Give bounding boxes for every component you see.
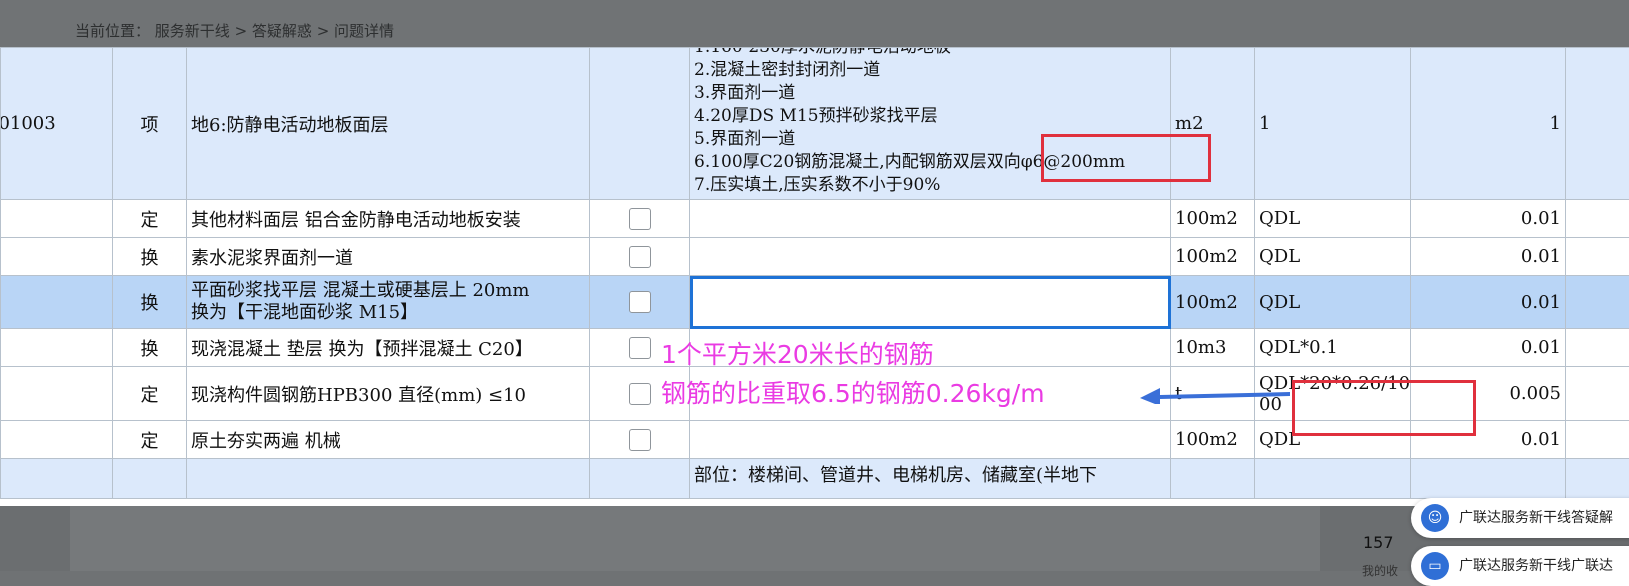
feature-line: 7.压实填土,压实系数不小于90%	[694, 174, 1166, 197]
row-checkbox[interactable]	[629, 429, 651, 451]
row-qty: 0.01	[1411, 329, 1566, 367]
check-cell	[590, 48, 690, 200]
row-name: 现浇构件圆钢筋HPB300 直径(mm) ≤10	[187, 367, 590, 421]
row-expr[interactable]: QDL	[1255, 421, 1411, 459]
item-qty: 1	[1411, 48, 1566, 200]
row-qty: 0.01	[1411, 421, 1566, 459]
row-unit: 100m2	[1171, 238, 1255, 276]
row-type: 换	[113, 276, 187, 329]
feature-line: 6.100厚C20钢筋混凝土,内配钢筋双层双向φ6@200mm	[694, 151, 1166, 174]
breadcrumb: 当前位置： 服务新干线 > 答疑解惑 > 问题详情	[75, 20, 394, 41]
item-features: 1.160-230厚水泥防静电活动地板 2.混凝土密封封闭剂一道 3.界面剂一道…	[690, 48, 1171, 200]
breadcrumb-separator: >	[230, 22, 252, 40]
row-features[interactable]	[690, 421, 1171, 459]
table-row-selected[interactable]: 换 平面砂浆找平层 混凝土或硬基层上 20mm 换为【干混地面砂浆 M15】 1…	[1, 276, 1629, 329]
row-type: 定	[113, 200, 187, 238]
breadcrumb-separator: >	[312, 22, 334, 40]
row-checkbox[interactable]	[629, 337, 651, 359]
annotation-arrow-icon	[1140, 384, 1295, 404]
chat-tab-label: 广联达服务新干线广联达	[1459, 558, 1613, 574]
row-checkbox[interactable]	[629, 383, 651, 405]
row-name-line: 换为【干混地面砂浆 M15】	[191, 302, 585, 324]
row-qty: 0.01	[1411, 276, 1566, 329]
row-unit: 100m2	[1171, 421, 1255, 459]
row-features: 部位：楼梯间、管道井、电梯机房、储藏室(半地下	[690, 459, 1171, 499]
table-row[interactable]: 定 原土夯实两遍 机械 100m2 QDL 0.01	[1, 421, 1629, 459]
row-type: 定	[113, 367, 187, 421]
row-qty: 0.005	[1411, 367, 1566, 421]
row-name: 其他材料面层 铝合金防静电活动地板安装	[187, 200, 590, 238]
content-panel	[70, 506, 1320, 571]
table-row[interactable]: 定 其他材料面层 铝合金防静电活动地板安装 100m2 QDL 0.01	[1, 200, 1629, 238]
row-name: 原土夯实两遍 机械	[187, 421, 590, 459]
item-qty-expr: 1	[1255, 48, 1411, 200]
feature-line: 4.20厚DS M15预拌砂浆找平层	[694, 105, 1166, 128]
row-expr[interactable]: QDL	[1255, 276, 1411, 329]
support-avatar-icon: ☺	[1421, 504, 1449, 532]
item-name: 地6:防静电活动地板面层	[187, 48, 590, 200]
row-checkbox[interactable]	[629, 246, 651, 268]
top-bar: 当前位置： 服务新干线 > 答疑解惑 > 问题详情	[0, 0, 1629, 47]
feature-line: 5.界面剂一道	[694, 128, 1166, 151]
row-type: 换	[113, 329, 187, 367]
item-type: 项	[113, 48, 187, 200]
row-expr[interactable]: QDL*0.1	[1255, 329, 1411, 367]
item-code: 001003	[1, 113, 56, 134]
view-count: 157	[1363, 533, 1394, 552]
table-row-bill-item[interactable]: 001003 项 地6:防静电活动地板面层 1.160-230厚水泥防静电活动地…	[1, 48, 1629, 200]
chat-tab-1[interactable]: ☺ 广联达服务新干线答疑解	[1411, 498, 1629, 538]
table-row-bill-item[interactable]: 部位：楼梯间、管道井、电梯机房、储藏室(半地下	[1, 459, 1629, 499]
budget-sheet: 001003 项 地6:防静电活动地板面层 1.160-230厚水泥防静电活动地…	[0, 47, 1629, 506]
row-name: 平面砂浆找平层 混凝土或硬基层上 20mm 换为【干混地面砂浆 M15】	[187, 276, 590, 329]
table-row[interactable]: 换 素水泥浆界面剂一道 100m2 QDL 0.01	[1, 238, 1629, 276]
row-name: 素水泥浆界面剂一道	[187, 238, 590, 276]
breadcrumb-item-detail: 问题详情	[334, 22, 394, 40]
quota-table: 001003 项 地6:防静电活动地板面层 1.160-230厚水泥防静电活动地…	[0, 47, 1629, 499]
row-type: 定	[113, 421, 187, 459]
row-type: 换	[113, 238, 187, 276]
row-unit: 100m2	[1171, 200, 1255, 238]
row-qty: 0.01	[1411, 238, 1566, 276]
row-name: 现浇混凝土 垫层 换为【预拌混凝土 C20】	[187, 329, 590, 367]
breadcrumb-item-home[interactable]: 服务新干线	[155, 22, 230, 40]
row-unit: 100m2	[1171, 276, 1255, 329]
feature-line: 2.混凝土密封封闭剂一道	[694, 59, 1166, 82]
row-qty: 0.01	[1411, 200, 1566, 238]
feature-line: 3.界面剂一道	[694, 82, 1166, 105]
row-checkbox[interactable]	[629, 291, 651, 313]
annotation-line-2: 钢筋的比重取6.5的钢筋0.26kg/m	[661, 374, 1045, 410]
row-expr[interactable]: QDL	[1255, 200, 1411, 238]
row-name-line: 平面砂浆找平层 混凝土或硬基层上 20mm	[191, 280, 585, 302]
row-expr[interactable]: QDL	[1255, 238, 1411, 276]
chat-tab-label: 广联达服务新干线答疑解	[1459, 510, 1613, 526]
breadcrumb-prefix: 当前位置：	[75, 22, 150, 40]
feature-line: 1.160-230厚水泥防静电活动地板	[694, 48, 1166, 60]
item-unit: m2	[1171, 48, 1255, 200]
row-checkbox[interactable]	[629, 208, 651, 230]
row-features[interactable]	[690, 200, 1171, 238]
row-unit: 10m3	[1171, 329, 1255, 367]
chat-tab-2[interactable]: ▭ 广联达服务新干线广联达	[1411, 546, 1629, 586]
annotation-line-1: 1个平方米20米长的钢筋	[661, 335, 934, 371]
breadcrumb-item-qa[interactable]: 答疑解惑	[252, 22, 312, 40]
row-features-editor[interactable]	[690, 276, 1171, 329]
chat-window-icon: ▭	[1421, 552, 1449, 580]
row-features[interactable]	[690, 238, 1171, 276]
